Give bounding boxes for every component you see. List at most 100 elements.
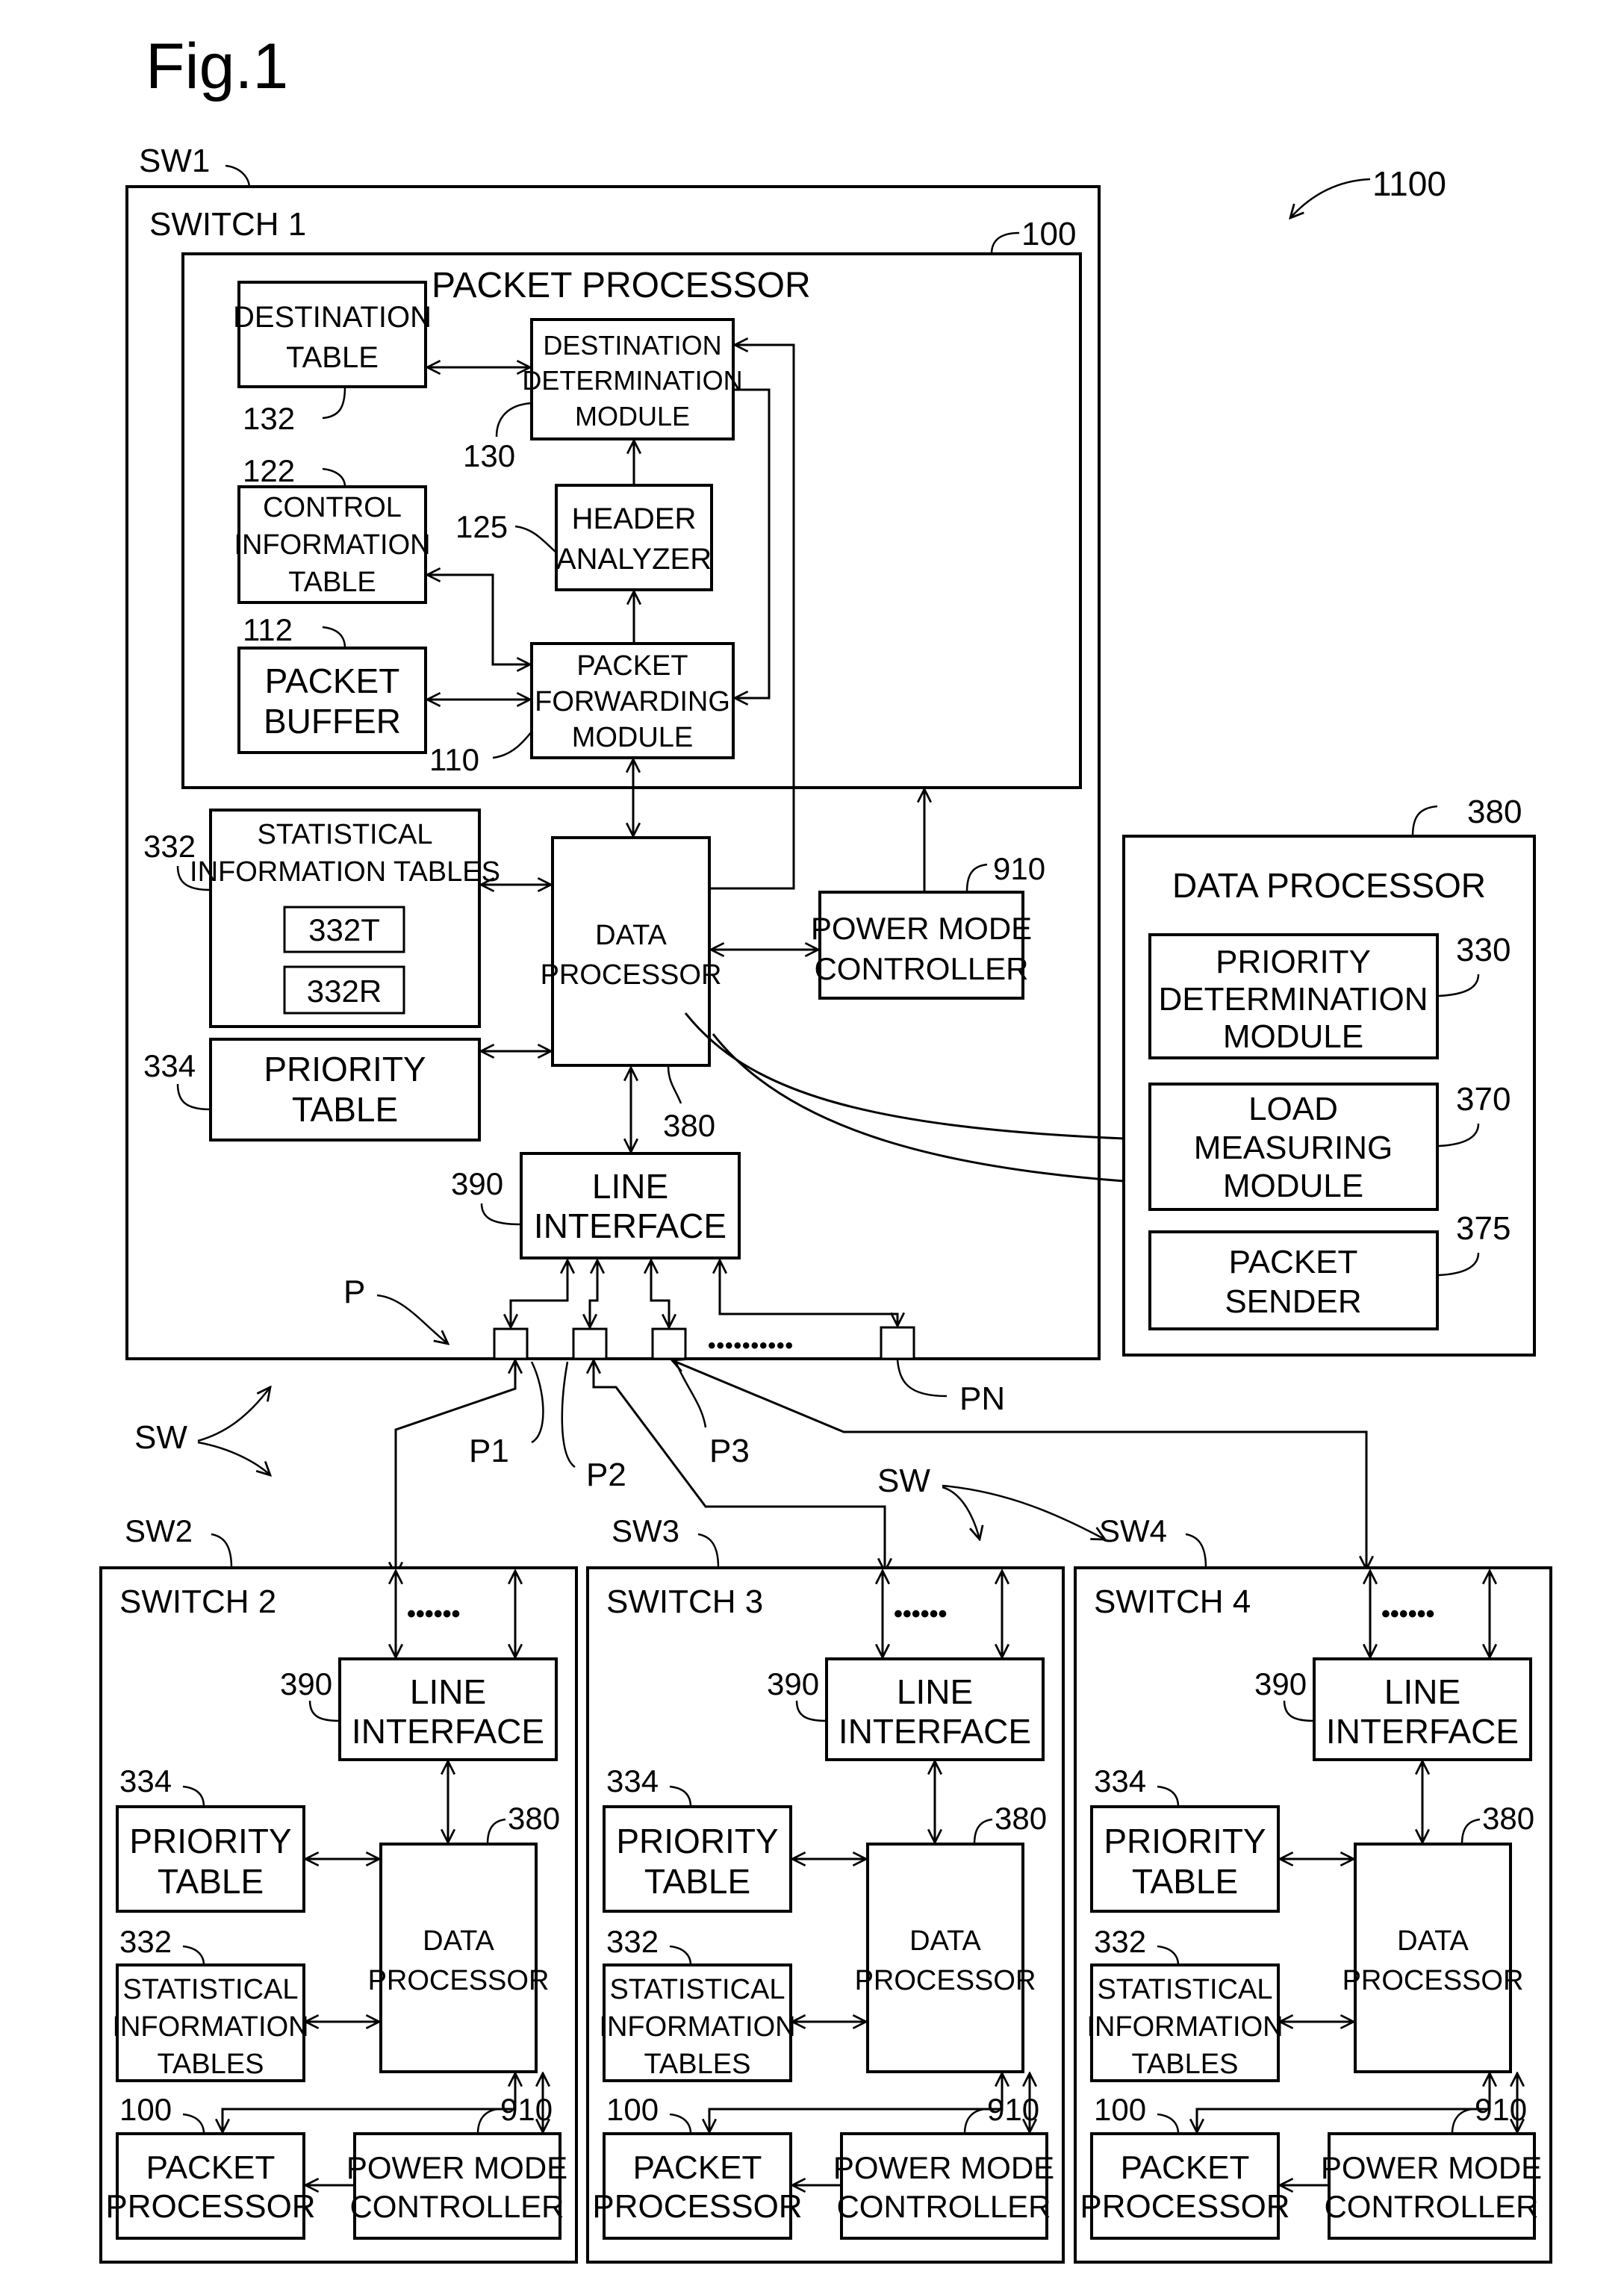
stat-tables-line1: STATISTICAL — [122, 1974, 298, 2005]
line-interface-ref: 390 — [451, 1166, 503, 1201]
stat-tables-line2: INFORMATION — [599, 2011, 795, 2043]
data-processor-box — [551, 836, 711, 1067]
line-interface-line2: INTERFACE — [352, 1712, 544, 1751]
port-ellipsis: •••••• — [894, 1600, 947, 1628]
port-p1[interactable] — [493, 1327, 529, 1360]
power-mode-ref: 910 — [993, 851, 1045, 886]
switch1-title: SWITCH 1 — [149, 206, 306, 243]
power-mode-line2: CONTROLLER — [1324, 2189, 1538, 2224]
data-processor-line2: PROCESSOR — [855, 1965, 1036, 1996]
switch-2: SW2 SWITCH 2 •••••• 390 LINEINTERFACE 334 PRIO… — [99, 1513, 578, 2264]
data-processor-line1: DATA — [595, 920, 667, 951]
pn-leader — [896, 1360, 948, 1398]
port-ellipsis: •••••• — [407, 1600, 460, 1628]
power-mode-line1: POWER MODE — [811, 911, 1032, 946]
dp-detail-title: DATA PROCESSOR — [1172, 866, 1486, 905]
line-interface-line1: LINE — [592, 1167, 668, 1206]
sw-right-arrow-a — [942, 1486, 980, 1539]
power-mode-ref: 910 — [500, 2092, 553, 2127]
stat-tables-line2: INFORMATION TABLES — [190, 856, 500, 888]
ports-ellipsis: •••••••••• — [708, 1333, 794, 1358]
power-mode-line1: POWER MODE — [346, 2150, 567, 2185]
packet-processor-ref: 100 — [119, 2092, 172, 2127]
switch-4: SW4 SWITCH 4 •••••• 390 LINEINTERFACE 334 PRIO… — [1074, 1513, 1552, 2264]
port-pn[interactable] — [880, 1326, 915, 1360]
ps-ref: 375 — [1456, 1210, 1511, 1247]
line-interface-line1: LINE — [410, 1672, 486, 1711]
line-interface-ref: 390 — [767, 1666, 819, 1701]
port-pn-label: PN — [959, 1380, 1005, 1417]
stat-table-332t: 332T — [308, 912, 380, 947]
line-interface-line1: LINE — [897, 1672, 973, 1711]
sw-right-arrow-b — [942, 1484, 1105, 1539]
dp-detail-ref: 380 — [1467, 794, 1522, 830]
sw-label-left: SW — [134, 1419, 187, 1456]
priority-table-line1: PRIORITY — [129, 1822, 291, 1860]
control-info-line2: INFORMATION — [234, 529, 430, 561]
priority-table-line2: TABLE — [644, 1862, 750, 1901]
power-mode-line2: CONTROLLER — [836, 2189, 1051, 2224]
line-interface-ref: 390 — [1254, 1666, 1307, 1701]
port-p2[interactable] — [572, 1327, 608, 1360]
data-processor-box — [1354, 1843, 1512, 2073]
switch-ref-label: SW3 — [612, 1513, 679, 1548]
pfm-line1: PACKET — [576, 650, 688, 682]
power-mode-line1: POWER MODE — [1321, 2150, 1542, 2185]
stat-tables-line2: INFORMATION — [1086, 2011, 1283, 2043]
stat-tables-line1: STATISTICAL — [609, 1974, 785, 2005]
data-processor-line2: PROCESSOR — [368, 1965, 550, 1996]
stat-tables-line3: TABLES — [1132, 2049, 1239, 2080]
sub-switches-group: SW2SWITCH 2 ••••••390 LINEINTERFACE334PRIO… — [99, 1513, 1552, 2264]
line-interface-line1: LINE — [1384, 1672, 1460, 1711]
switch-ref-leader — [697, 1533, 720, 1569]
data-processor-line1: DATA — [423, 1925, 494, 1957]
stat-tables-line1: STATISTICAL — [1097, 1974, 1272, 2005]
packet-processor-line1: PACKET — [146, 2149, 276, 2186]
dest-det-line2: DETERMINATION — [522, 365, 742, 396]
destination-table-line1: DESTINATION — [233, 301, 432, 334]
power-mode-line2: CONTROLLER — [814, 951, 1028, 986]
dest-det-line1: DESTINATION — [543, 330, 721, 361]
lmm-ref: 370 — [1456, 1081, 1511, 1118]
line-interface-line2: INTERFACE — [534, 1206, 727, 1245]
priority-table-line2: TABLE — [292, 1090, 398, 1129]
port-p3-label: P3 — [709, 1433, 750, 1469]
packet-processor-line1: PACKET — [633, 2149, 762, 2186]
packet-buffer-line2: BUFFER — [264, 702, 401, 741]
packet-processor-title: PACKET PROCESSOR — [432, 266, 811, 305]
priority-table-ref: 334 — [606, 1763, 659, 1798]
sw-left-arrow-down — [197, 1441, 270, 1475]
stat-tables-ref: 332 — [1094, 1924, 1146, 1959]
packet-processor-line2: PROCESSOR — [105, 2188, 315, 2225]
p1-leader — [530, 1361, 544, 1444]
packet-processor-line1: PACKET — [1121, 2149, 1250, 2186]
lmm-line1: LOAD — [1248, 1091, 1338, 1127]
sw-label-right: SW — [877, 1463, 930, 1499]
pfm-line3: MODULE — [572, 722, 694, 753]
port-p3[interactable] — [651, 1327, 687, 1360]
stat-tables-line3: TABLES — [644, 2049, 751, 2080]
stat-tables-ref: 332 — [143, 829, 196, 864]
sw1-leader — [225, 164, 251, 189]
priority-table-line1: PRIORITY — [1104, 1822, 1266, 1860]
priority-table-line1: PRIORITY — [264, 1050, 426, 1089]
link-p3-sw4 — [672, 1360, 1366, 1569]
stat-tables-ref: 332 — [606, 1924, 659, 1959]
priority-table-line1: PRIORITY — [616, 1822, 778, 1860]
switch-title: SWITCH 2 — [119, 1583, 276, 1620]
switch-ref-label: SW4 — [1099, 1513, 1167, 1548]
priority-table-ref: 334 — [1094, 1763, 1146, 1798]
header-analyzer-line2: ANALYZER — [556, 543, 712, 576]
dp-detail-leader — [1411, 805, 1438, 837]
power-mode-line1: POWER MODE — [833, 2150, 1054, 2185]
data-processor-ref: 380 — [1482, 1801, 1534, 1836]
control-info-line3: TABLE — [288, 567, 376, 598]
switch-ref-label: SW2 — [125, 1513, 193, 1548]
destination-table-line2: TABLE — [286, 341, 379, 374]
stat-tables-line3: TABLES — [158, 2049, 264, 2080]
stat-tables-line1: STATISTICAL — [257, 819, 432, 850]
data-processor-line1: DATA — [1397, 1925, 1469, 1957]
lmm-line2: MEASURING — [1194, 1130, 1393, 1166]
pp-ref-label: 100 — [1021, 216, 1076, 252]
packet-processor-ref: 100 — [1094, 2092, 1146, 2127]
